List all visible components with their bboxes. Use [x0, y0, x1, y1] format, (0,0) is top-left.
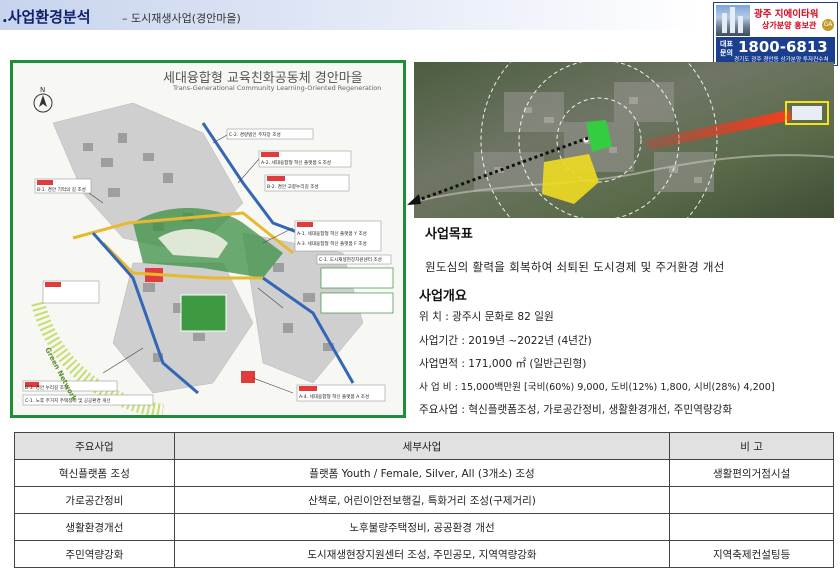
table-cell: 지역축제컨설팅등	[669, 540, 834, 568]
table-row: 주민역량강화 도시재생현장지원센터 조성, 주민공모, 지역역량강화 지역축제컨…	[14, 540, 834, 568]
plan-label: A-4. 세대융합형 혁신 플랫폼 A 조성	[299, 393, 369, 400]
projects-table: 주요사업 세부사업 비 고 혁신플랫폼 조성 플랫폼 Youth / Femal…	[14, 432, 834, 568]
overview-area: 사업면적 : 171,000 ㎡ (일반근린형)	[419, 358, 587, 370]
overview-period: 사업기간 : 2019년 ~2022년 (4년간)	[419, 335, 592, 347]
plan-label: C-1. 노후 주거지 주택정비 및 공공환경 개선	[25, 397, 111, 404]
goal-heading: 사업목표	[425, 227, 473, 242]
ad-title: 광주 지에이타워	[754, 9, 819, 20]
table-cell: 혁신플랫폼 조성	[14, 459, 175, 487]
plan-label: B-3. 경안 누리길 조성	[25, 384, 68, 391]
table-header-cell: 세부사업	[173, 432, 671, 460]
plan-subtitle: Trans-Generational Community Learning-Or…	[173, 84, 382, 92]
table-cell: 가로공간정비	[14, 486, 175, 514]
svg-text:N: N	[40, 86, 45, 94]
table-header-cell: 비 고	[669, 432, 834, 460]
table-row: 가로공간정비 산책로, 어린이안전보행길, 특화거리 조성(구제거리)	[14, 486, 834, 514]
table-cell: 도시재생현장지원센터 조성, 주민공모, 지역역량강화	[173, 540, 671, 568]
plan-label: A-2. 세대융합형 혁신 플랫폼 S 조성	[261, 159, 331, 166]
plan-label: C-2. 경량법인 주차장 조성	[229, 131, 281, 138]
overview-heading: 사업개요	[419, 289, 467, 304]
plan-label: A-3. 세대융합형 혁신 플랫폼 F 조성	[297, 240, 367, 247]
ad-banner[interactable]: 광주 지에이타워 상가분양 홍보관 GA 대표문의 1800-6813 경기도 …	[713, 2, 838, 66]
table-cell: 생활편의거점시설	[669, 459, 834, 487]
page-subtitle: – 도시재생사업(경안마을)	[122, 12, 241, 25]
overview-budget: 사 업 비 : 15,000백만원 [국비(60%) 9,000, 도비(12%…	[419, 382, 775, 393]
table-cell: 플랫폼 Youth / Female, Silver, All (3개소) 조성	[173, 459, 671, 487]
plan-label: A-1. 세대융합형 혁신 플랫폼 Y 조성	[297, 230, 367, 237]
table-cell: 주민역량강화	[14, 540, 175, 568]
ad-contact-bar: 대표문의 1800-6813 경기도 광주 경안동 상가분양 투자컨수쳐	[716, 37, 835, 64]
table-cell: 산책로, 어린이안전보행길, 특화거리 조성(구제거리)	[173, 486, 671, 514]
ad-subtitle: 상가분양 홍보관	[762, 21, 817, 30]
ad-contact-label: 대표문의	[720, 40, 733, 57]
overview-projects: 주요사업 : 혁신플랫폼조성, 가로공간정비, 생활환경개선, 주민역량강화	[419, 404, 733, 416]
table-cell	[669, 486, 834, 514]
plan-label: B-1. 경안 기억의 길 조성	[37, 186, 86, 193]
table-header-cell: 주요사업	[14, 432, 175, 460]
overview-location: 위 치 : 광주시 문화로 82 일원	[419, 311, 554, 323]
table-row: 혁신플랫폼 조성 플랫폼 Youth / Female, Silver, All…	[14, 459, 834, 487]
building-photo	[716, 5, 750, 36]
plan-label: C-1. 도시재생현장지원센터 조성	[319, 256, 382, 263]
table-row: 생활환경개선 노후불량주택정비, 공공환경 개선	[14, 513, 834, 541]
page-title: .사업환경분석	[2, 8, 91, 26]
ad-phone-number[interactable]: 1800-6813	[738, 38, 828, 56]
connector-arrow	[407, 136, 589, 205]
table-cell	[669, 513, 834, 541]
table-cell: 생활환경개선	[14, 513, 175, 541]
table-header-row: 주요사업 세부사업 비 고	[14, 432, 834, 460]
plan-map-graphic: N C-2. 경량법인 주차장 조성 A-2. 세대융합형 혁신 플랫폼 S 조…	[13, 63, 403, 415]
ad-logo-badge: GA	[822, 19, 834, 31]
regeneration-plan-map: N C-2. 경량법인 주차장 조성 A-2. 세대융합형 혁신 플랫폼 S 조…	[10, 60, 406, 418]
goal-text: 원도심의 활력을 회복하여 쇠퇴된 도시경제 및 주거환경 개선	[425, 260, 725, 274]
plan-label: B-2. 경안 고향누리길 조성	[267, 183, 319, 190]
table-cell: 노후불량주택정비, 공공환경 개선	[173, 513, 671, 541]
header-bar	[0, 0, 700, 30]
